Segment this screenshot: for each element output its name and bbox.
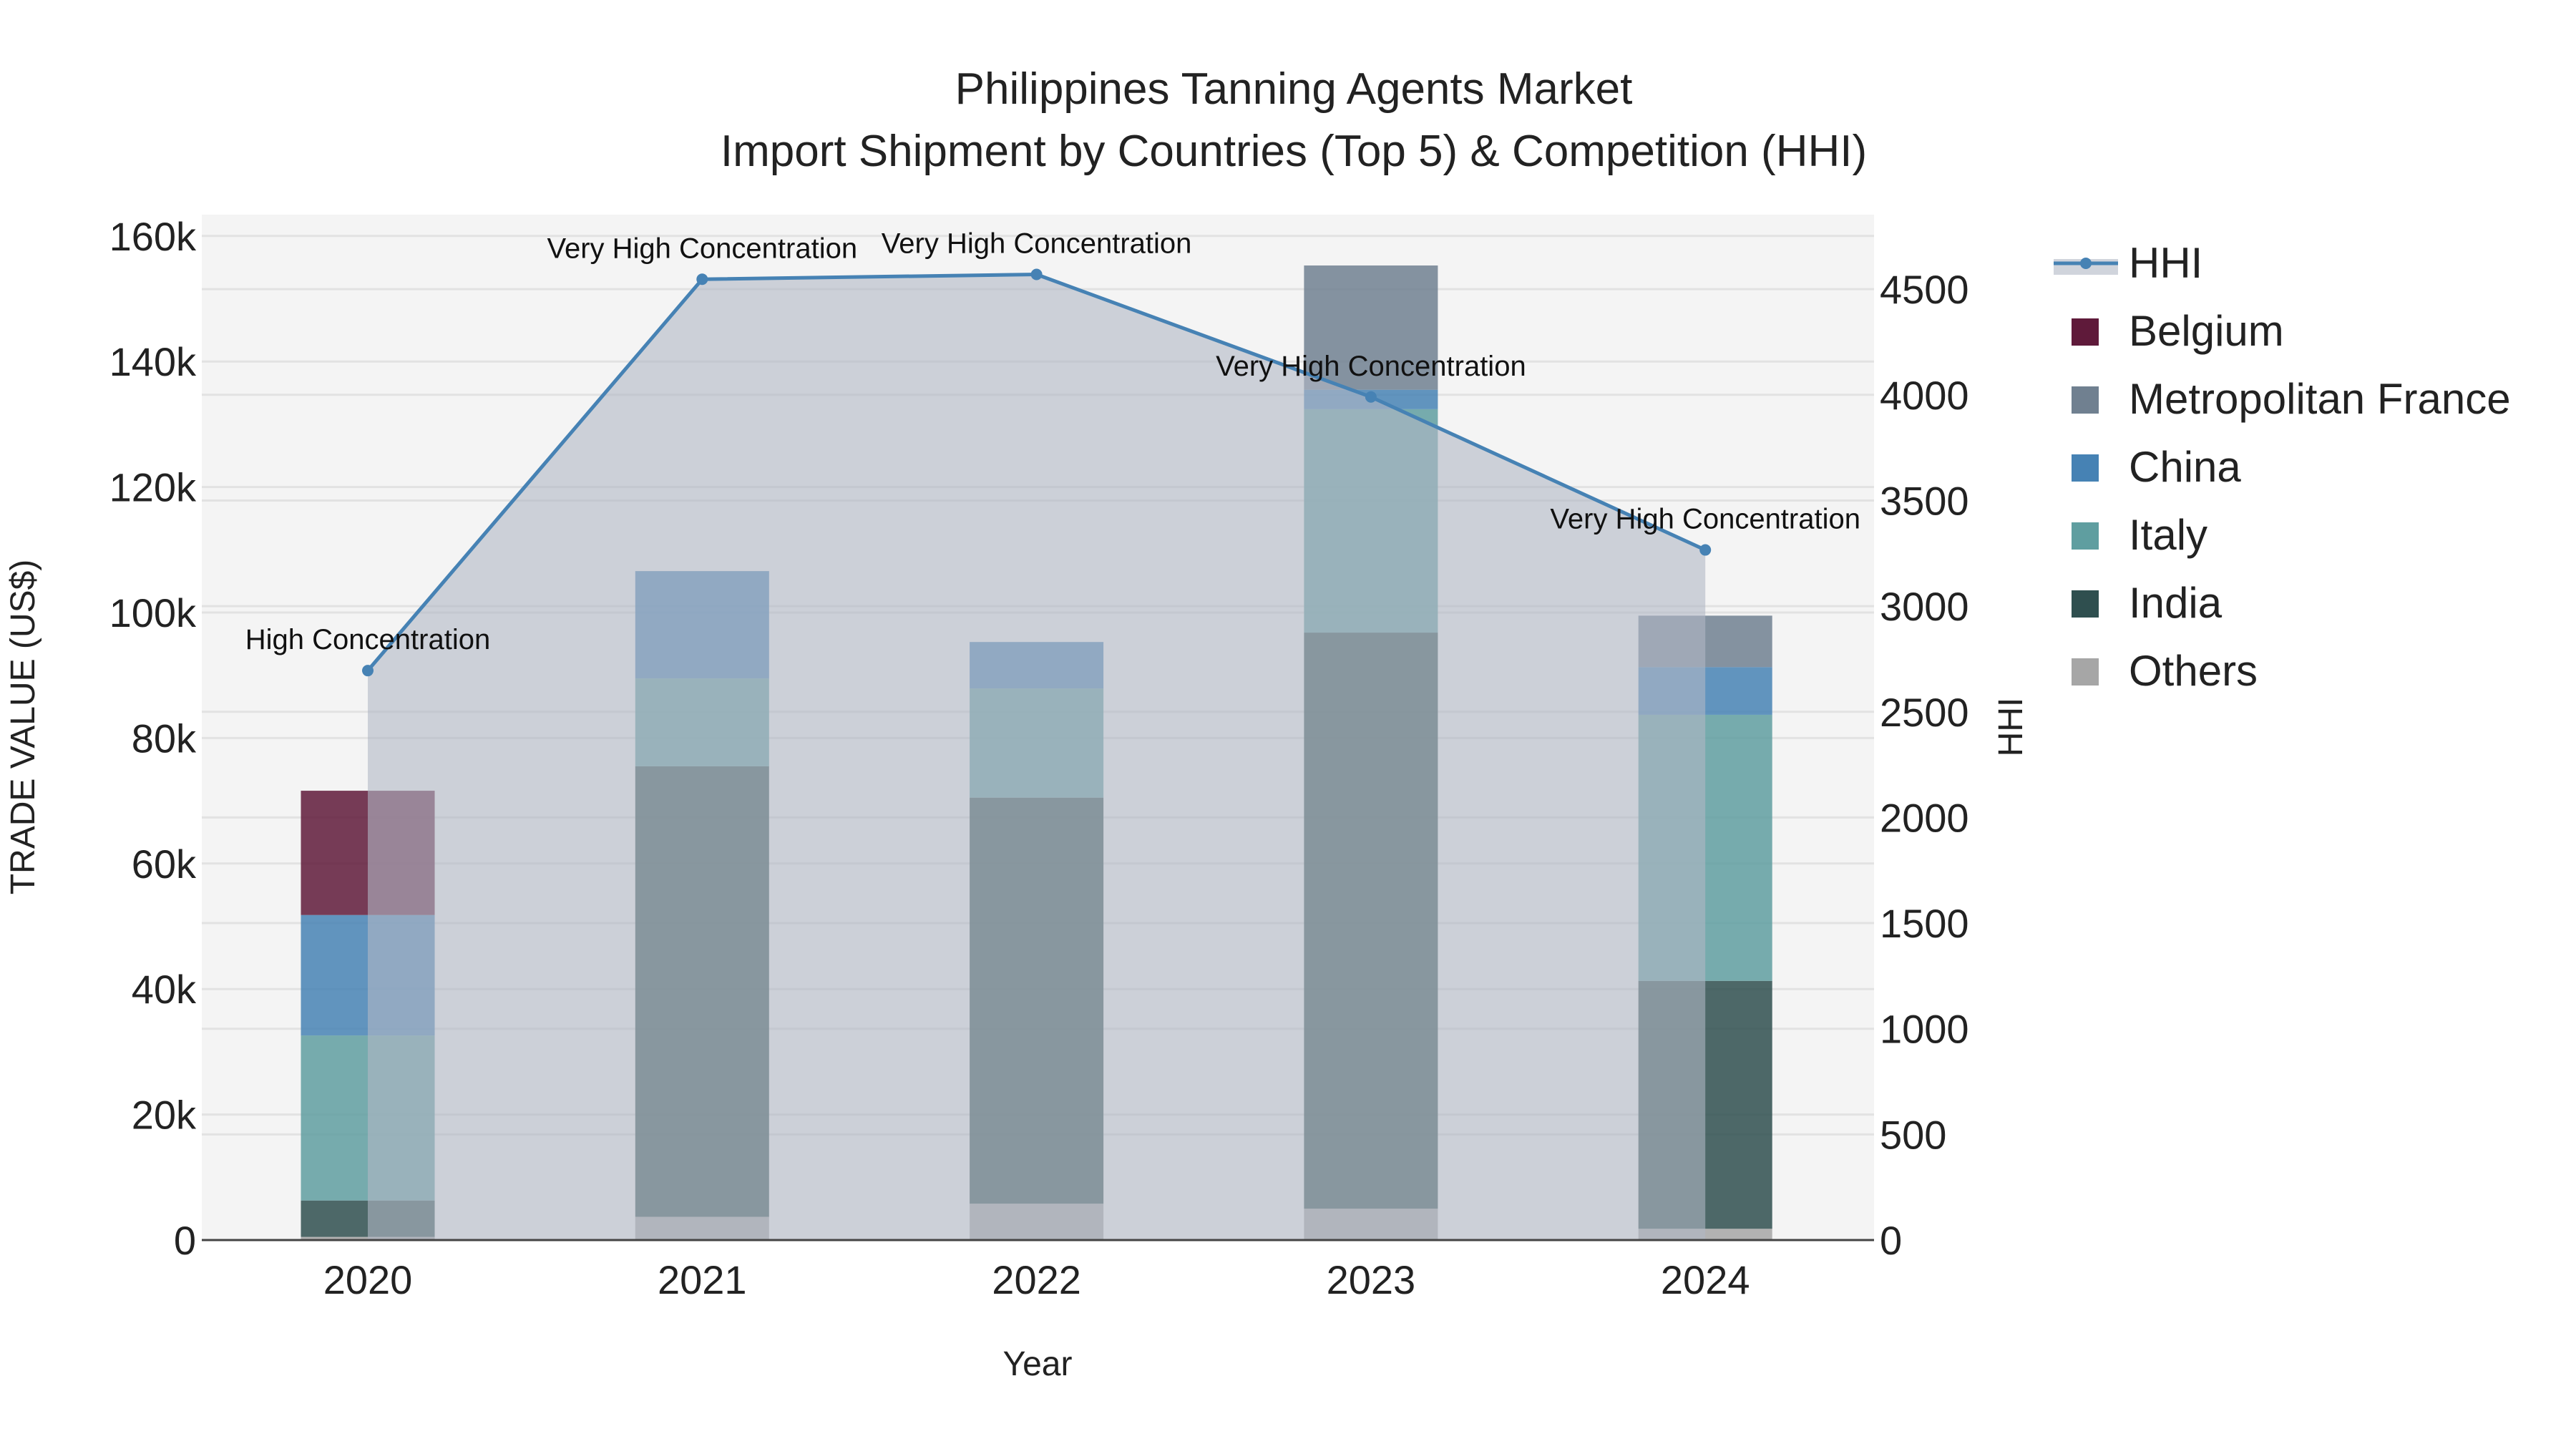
hhi-point-2023 <box>1365 391 1377 403</box>
hhi-annotation: Very High Concentration <box>547 233 858 264</box>
hhi-annotation: Very High Concentration <box>1550 504 1860 535</box>
hhi-point-2021 <box>696 273 708 286</box>
hhi-annotation: Very High Concentration <box>1216 351 1526 382</box>
legend-swatch-india <box>2072 590 2099 618</box>
y2-axis-title: HHI <box>1992 698 2030 757</box>
legend: HHI Belgium Metropolitan France China Italy I… <box>2054 239 2511 695</box>
y2-tick-label: 500 <box>1880 1112 1946 1157</box>
y2-tick-label: 4000 <box>1880 373 1969 418</box>
y-tick-label: 80k <box>132 716 197 761</box>
legend-swatch-italy <box>2072 522 2099 550</box>
y-tick-label: 0 <box>174 1218 196 1263</box>
legend-label-india: India <box>2129 579 2223 627</box>
y2-tick-label: 3000 <box>1880 584 1969 629</box>
legend-swatch-metropolitan-france <box>2072 386 2099 414</box>
chart: High Concentration Very High Concentratio… <box>4 64 2511 1383</box>
x-tick-label: 2023 <box>1327 1257 1416 1302</box>
legend-label-italy: Italy <box>2129 511 2207 559</box>
chart-title-line1: Philippines Tanning Agents Market <box>955 64 1633 114</box>
x-tick-label: 2024 <box>1661 1257 1750 1302</box>
y-tick-label: 120k <box>109 465 197 510</box>
hhi-point-2022 <box>1030 268 1043 280</box>
y-tick-label: 20k <box>132 1093 197 1138</box>
x-tick-label: 2020 <box>323 1257 413 1302</box>
y2-tick-label: 2000 <box>1880 795 1969 840</box>
y-tick-label: 40k <box>132 967 197 1012</box>
x-tick-label: 2022 <box>992 1257 1081 1302</box>
y-axis-title: TRADE VALUE (US$) <box>4 560 42 895</box>
y2-tick-label: 2500 <box>1880 690 1969 735</box>
y-tick-label: 100k <box>109 590 197 635</box>
y-tick-label: 140k <box>109 339 197 384</box>
legend-label-metropolitan-france: Metropolitan France <box>2129 375 2511 423</box>
chart-title-line2: Import Shipment by Countries (Top 5) & C… <box>721 127 1867 176</box>
hhi-annotation: Very High Concentration <box>882 228 1192 259</box>
legend-label-belgium: Belgium <box>2129 307 2284 355</box>
y2-tick-label: 3500 <box>1880 478 1969 523</box>
legend-label-others: Others <box>2129 647 2258 695</box>
hhi-annotation: High Concentration <box>245 624 490 655</box>
y2-tick-label: 0 <box>1880 1218 1902 1263</box>
x-tick-label: 2021 <box>658 1257 747 1302</box>
legend-swatch-china <box>2072 454 2099 482</box>
y-tick-label: 160k <box>109 214 197 259</box>
legend-swatch-belgium <box>2072 318 2099 346</box>
legend-label-hhi: HHI <box>2129 239 2202 287</box>
y2-tick-label: 1500 <box>1880 901 1969 946</box>
y2-tick-label: 1000 <box>1880 1007 1969 1052</box>
legend-label-china: China <box>2129 443 2241 491</box>
hhi-point-2020 <box>362 665 374 677</box>
y-tick-label: 60k <box>132 841 197 887</box>
legend-hhi-marker <box>2080 258 2092 269</box>
x-axis-title: Year <box>1003 1345 1073 1383</box>
y2-tick-label: 4500 <box>1880 267 1969 312</box>
legend-swatch-others <box>2072 658 2099 686</box>
hhi-point-2024 <box>1699 544 1712 556</box>
